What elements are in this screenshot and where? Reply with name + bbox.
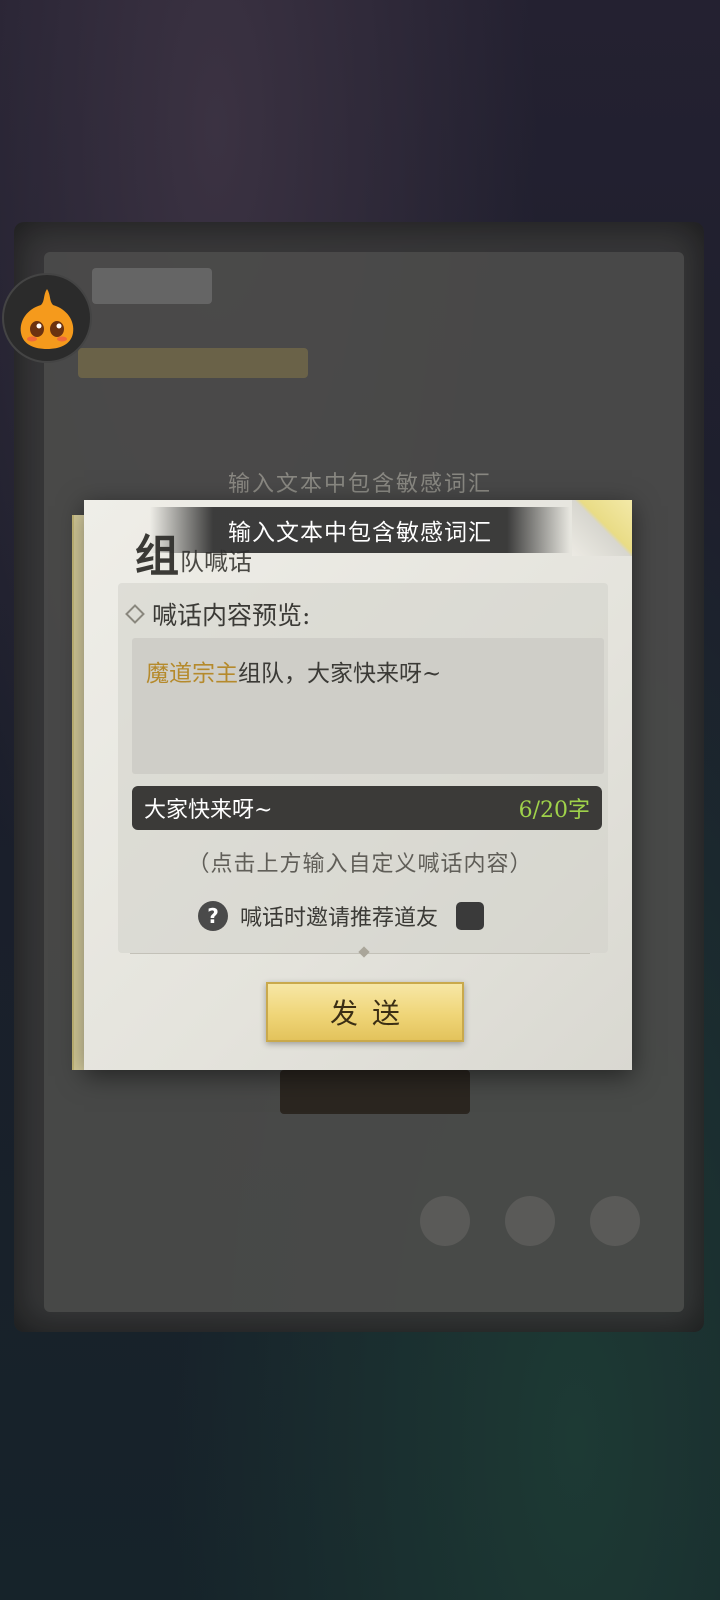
book-image-strip	[280, 1070, 470, 1114]
input-hint: （点击上方输入自定义喊话内容）	[187, 852, 533, 877]
book-title-blurred	[92, 268, 212, 304]
preview-message: 组队，大家快来呀~	[238, 661, 442, 687]
question-icon[interactable]: ?	[198, 901, 228, 931]
page-corner-fold	[572, 500, 632, 556]
orange-blob-icon	[20, 289, 74, 349]
invite-label: 喊话时邀请推荐道友	[240, 906, 439, 931]
ghost-toast-text: 输入文本中包含敏感词汇	[227, 472, 492, 497]
invite-checkbox[interactable]	[456, 902, 485, 930]
sensitive-words-toast: 输入文本中包含敏感词汇	[150, 507, 570, 553]
shout-preview-box: 魔道宗主组队，大家快来呀~	[132, 638, 604, 774]
preview-label-text: 喊话内容预览:	[152, 601, 311, 630]
book-round-button	[420, 1196, 470, 1246]
shout-text-input[interactable]: 大家快来呀~ 6/20字	[132, 786, 602, 830]
preview-section-label: 喊话内容预览:	[125, 596, 311, 632]
input-value: 大家快来呀~	[144, 798, 273, 823]
send-button[interactable]: 发送	[266, 982, 464, 1042]
invite-row: ? 喊话时邀请推荐道友	[198, 900, 485, 932]
char-counter: 6/20字	[518, 798, 590, 823]
book-round-button	[505, 1196, 555, 1246]
player-name: 魔道宗主	[146, 661, 238, 687]
book-tabs-blurred	[78, 348, 308, 378]
book-round-button	[590, 1196, 640, 1246]
diamond-bullet-icon	[125, 604, 145, 624]
floating-assistant-button[interactable]	[2, 273, 92, 363]
